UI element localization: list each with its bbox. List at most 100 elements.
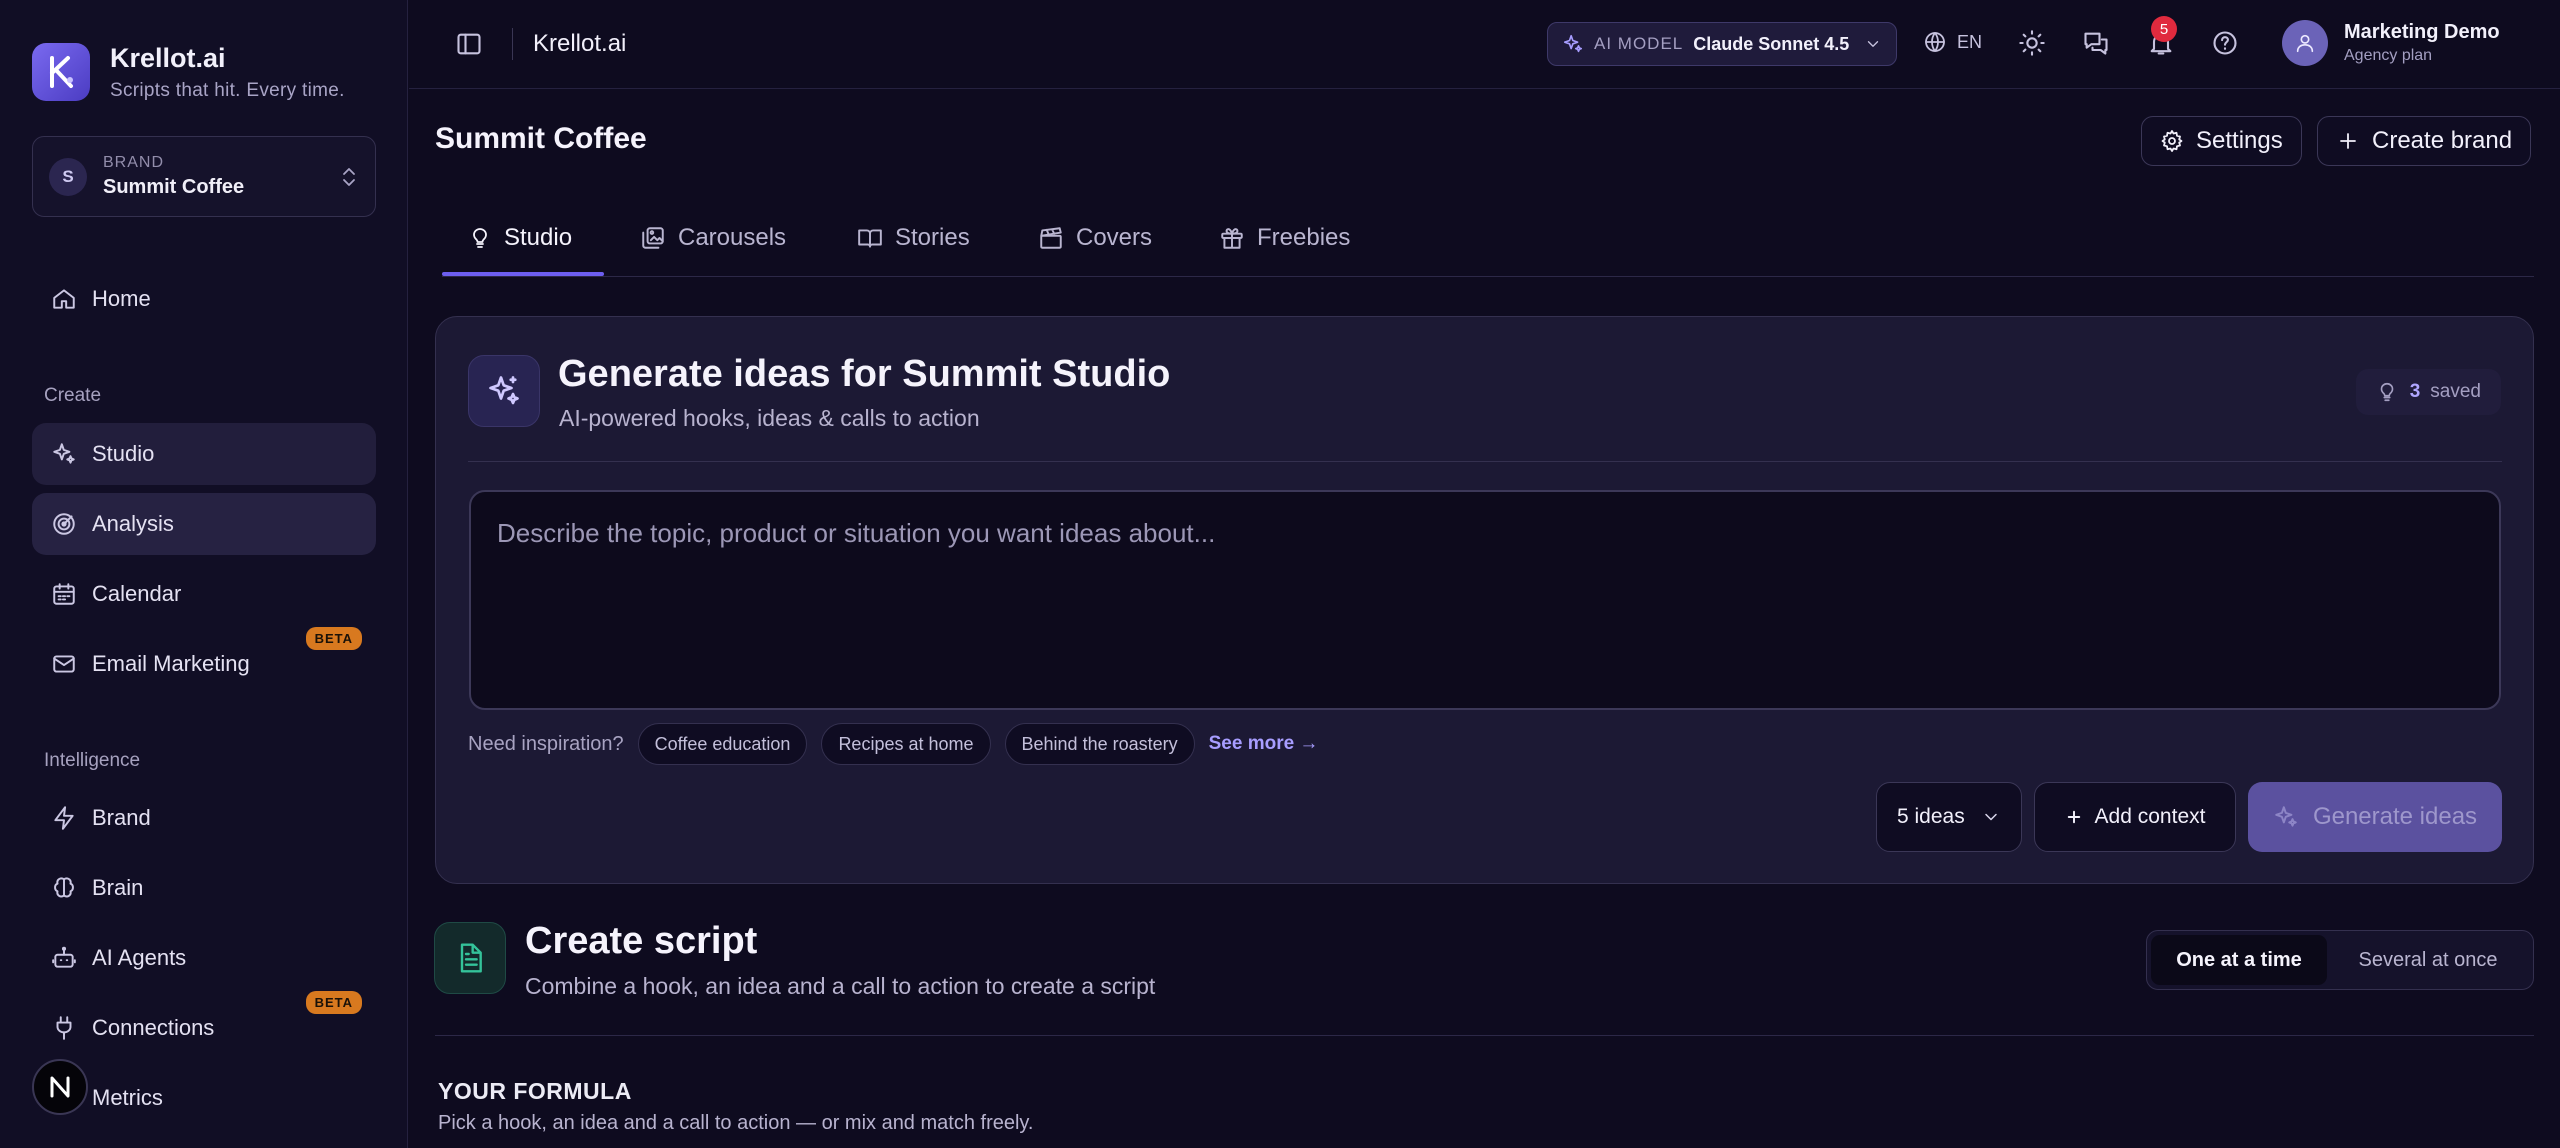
create-brand-button[interactable]: Create brand [2317, 116, 2532, 166]
brand-selector[interactable]: S BRAND Summit Coffee [32, 136, 376, 217]
idea-count-select[interactable]: 5 ideas [1876, 782, 2022, 852]
sidebar-item-label: Calendar [92, 581, 182, 606]
app-name: Krellot.ai [110, 43, 226, 73]
sidebar-item-ai-agents[interactable]: AI Agents [32, 927, 376, 989]
sidebar-item-home[interactable]: Home [32, 268, 376, 330]
generate-ideas-button[interactable]: Generate ideas [2248, 782, 2502, 852]
content-tabs: Studio Carousels Stories Covers Freebies [442, 204, 2534, 277]
gift-icon [1219, 225, 1245, 251]
inspiration-chip[interactable]: Coffee education [637, 723, 808, 765]
sidebar-item-label: Email Marketing [92, 651, 250, 676]
sun-icon[interactable] [2018, 29, 2046, 57]
ai-model-label: AI MODEL [1594, 34, 1684, 53]
krellot-logo-icon [32, 43, 90, 101]
sidebar-item-label: Brand [92, 805, 151, 830]
tab-stories[interactable]: Stories [857, 224, 970, 252]
sidebar-item-label: Home [92, 286, 151, 311]
language-selector[interactable]: EN [1923, 30, 1982, 54]
add-context-button[interactable]: Add context [2034, 782, 2236, 852]
settings-button[interactable]: Settings [2141, 116, 2302, 166]
sidebar-item-brand[interactable]: Brand [32, 787, 376, 849]
sparkles-icon [1562, 33, 1584, 55]
formula-subtitle: Pick a hook, an idea and a call to actio… [438, 1112, 1034, 1134]
sidebar-item-label: Studio [92, 441, 155, 466]
generate-ideas-label: Generate ideas [2312, 803, 2478, 830]
create-script-subtitle: Combine a hook, an idea and a call to ac… [525, 973, 1156, 999]
page-title: Summit Coffee [435, 122, 647, 155]
book-open-icon [857, 225, 883, 251]
formula-title: YOUR FORMULA [438, 1078, 632, 1104]
ai-model-selector[interactable]: AI MODEL Claude Sonnet 4.5 [1547, 22, 1897, 66]
lightbulb-icon [2376, 381, 2398, 403]
language-value: EN [1957, 31, 1983, 52]
tab-covers[interactable]: Covers [1038, 224, 1152, 252]
sidebar-item-brain[interactable]: Brain [32, 857, 376, 919]
generate-ideas-card: Generate ideas for Summit Studio AI-powe… [435, 316, 2534, 884]
active-tab-indicator [442, 272, 604, 276]
sidebar-item-label: Analysis [92, 511, 174, 536]
home-icon [50, 285, 78, 313]
create-script-title: Create script [525, 920, 758, 962]
brand-selector-label: BRAND [103, 154, 165, 171]
see-more-link[interactable]: See more → [1209, 733, 1319, 755]
clapperboard-icon [1038, 225, 1064, 251]
topic-input[interactable] [469, 490, 2501, 710]
brand-selector-value: Summit Coffee [103, 176, 245, 198]
saved-ideas-button[interactable]: 3 saved [2355, 369, 2501, 415]
brand-avatar: S [49, 157, 87, 196]
script-mode-toggle: One at a time Several at once [2146, 930, 2534, 990]
ideas-card-title: Generate ideas for Summit Studio [558, 353, 1171, 395]
beta-badge: BETA [305, 627, 362, 650]
user-plan: Agency plan [2344, 47, 2433, 64]
ideas-card-subtitle: AI-powered hooks, ideas & calls to actio… [559, 405, 980, 431]
plus-icon [2336, 129, 2360, 153]
sidebar-item-connections[interactable]: Connections BETA [32, 991, 376, 1059]
sparkles-icon [468, 355, 540, 427]
lightning-icon [50, 804, 78, 832]
sidebar-toggle-icon[interactable] [455, 30, 483, 58]
mode-one-at-a-time[interactable]: One at a time [2151, 935, 2327, 985]
tab-label: Carousels [678, 224, 787, 251]
sidebar-item-studio[interactable]: Studio [32, 423, 376, 485]
topbar: Krellot.ai AI MODEL Claude Sonnet 4.5 EN… [409, 0, 2560, 89]
saved-label: saved [2430, 381, 2481, 402]
chat-icon[interactable] [2082, 29, 2110, 57]
inspiration-label: Need inspiration? [468, 732, 624, 755]
chevron-down-icon [1981, 807, 2001, 827]
lightbulb-icon [468, 226, 492, 250]
sparkles-icon [2273, 804, 2299, 830]
tab-freebies[interactable]: Freebies [1219, 224, 1350, 252]
images-icon [640, 225, 666, 251]
inspiration-chip[interactable]: Behind the roastery [1004, 723, 1195, 765]
gear-icon [2160, 129, 2184, 153]
sidebar-item-label: AI Agents [92, 945, 187, 970]
radar-icon [50, 510, 78, 538]
n-logo-icon[interactable] [32, 1059, 88, 1115]
app-tagline: Scripts that hit. Every time. [110, 80, 345, 101]
user-menu[interactable]: Marketing Demo Agency plan [2282, 20, 2500, 66]
sparkles-icon [50, 440, 78, 468]
sidebar-item-calendar[interactable]: Calendar [32, 563, 376, 625]
globe-icon [1923, 30, 1947, 54]
calendar-icon [50, 580, 78, 608]
user-icon [2296, 34, 2314, 53]
plus-icon [2065, 808, 2083, 826]
help-icon[interactable] [2211, 29, 2239, 57]
section-label-create: Create [44, 385, 102, 406]
inspiration-chip[interactable]: Recipes at home [821, 723, 991, 765]
sidebar-item-analysis[interactable]: Analysis [32, 493, 376, 555]
tab-carousels[interactable]: Carousels [640, 224, 786, 252]
robot-icon [50, 944, 78, 972]
tab-label: Studio [504, 224, 573, 251]
mode-several-at-once[interactable]: Several at once [2327, 935, 2529, 985]
app-logo[interactable]: Krellot.ai Scripts that hit. Every time. [32, 42, 345, 102]
tab-studio[interactable]: Studio [468, 224, 572, 252]
brain-icon [50, 874, 78, 902]
sidebar-item-email-marketing[interactable]: Email Marketing BETA [32, 627, 376, 695]
sidebar: Krellot.ai Scripts that hit. Every time.… [0, 0, 408, 1148]
document-icon [434, 922, 506, 994]
sidebar-item-label: Brain [92, 875, 144, 900]
sidebar-item-label: Connections [92, 1015, 215, 1040]
settings-label: Settings [2196, 127, 2283, 154]
ai-model-value: Claude Sonnet 4.5 [1693, 33, 1850, 54]
